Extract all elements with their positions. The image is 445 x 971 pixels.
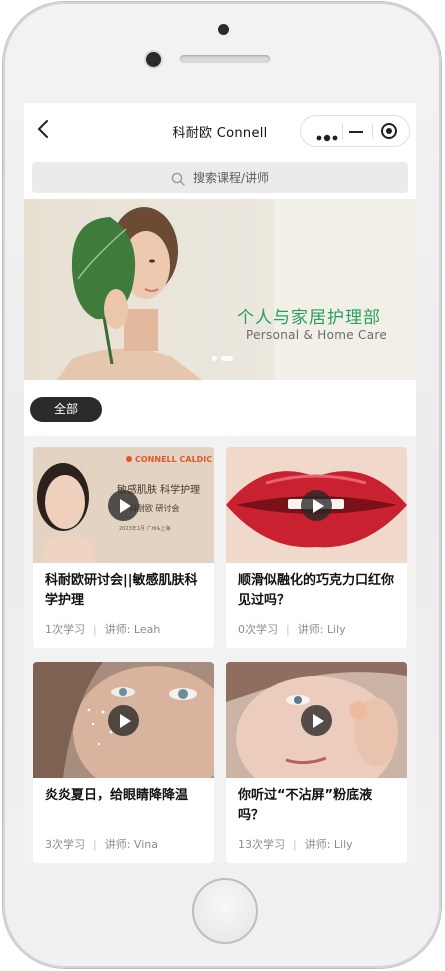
nav-bar: 科耐欧 Connell xyxy=(24,103,416,155)
teacher-name: 讲师: Leah xyxy=(104,623,161,636)
teacher-name: 讲师: Lily xyxy=(297,623,346,636)
proximity-sensor xyxy=(218,24,229,35)
course-card[interactable]: 顺滑似融化的巧克力口红你见过吗？ 0次学习 | 讲师: Lily xyxy=(226,447,407,648)
learn-count: 1次学习 xyxy=(45,623,85,636)
home-button[interactable] xyxy=(192,878,258,944)
earpiece-speaker xyxy=(180,55,270,63)
course-meta: 0次学习 | 讲师: Lily xyxy=(238,621,346,637)
banner-subtitle: Personal & Home Care xyxy=(246,328,388,342)
play-icon[interactable] xyxy=(301,490,332,521)
category-filter: 全部 xyxy=(24,380,416,436)
thumb-brand: CONNELL CALDIC xyxy=(135,455,213,464)
teacher-name: 讲师: Vina xyxy=(104,838,158,851)
capsule-divider xyxy=(342,124,343,139)
course-thumbnail: CONNELL CALDIC 敏感肌肤 科学护理 科耐欧 研讨会 2023年1月… xyxy=(33,447,214,563)
search-placeholder: 搜索课程/讲师 xyxy=(192,171,270,185)
learn-count: 3次学习 xyxy=(45,838,85,851)
thumb-line3: 2023年1月 广州&上海 xyxy=(119,526,171,532)
miniprogram-capsule xyxy=(300,115,410,147)
course-thumbnail xyxy=(33,662,214,778)
learn-count: 0次学习 xyxy=(238,623,278,636)
play-icon[interactable] xyxy=(108,490,139,521)
close-circle-icon[interactable] xyxy=(381,123,397,139)
course-title[interactable]: 顺滑似融化的巧克力口红你见过吗？ xyxy=(238,571,398,611)
minimize-icon[interactable] xyxy=(349,131,363,133)
promo-banner[interactable]: 个人与家居护理部 Personal & Home Care xyxy=(24,199,416,380)
course-card[interactable]: CONNELL CALDIC 敏感肌肤 科学护理 科耐欧 研讨会 2023年1月… xyxy=(33,447,214,648)
course-card[interactable]: 你听过“不沾屏”粉底液吗？ 13次学习 | 讲师: Lily xyxy=(226,662,407,863)
banner-pagination xyxy=(212,356,233,361)
play-icon[interactable] xyxy=(108,705,139,736)
more-dots-icon[interactable] xyxy=(315,127,339,142)
course-meta: 3次学习 | 讲师: Vina xyxy=(45,836,158,852)
play-icon[interactable] xyxy=(301,705,332,736)
course-thumbnail xyxy=(226,447,407,563)
course-card[interactable]: 炎炎夏日，给眼睛降降温 3次学习 | 讲师: Vina xyxy=(33,662,214,863)
banner-background-panel xyxy=(274,199,416,380)
meta-separator: | xyxy=(293,838,297,851)
course-title[interactable]: 你听过“不沾屏”粉底液吗？ xyxy=(238,786,398,826)
filter-chip-all[interactable]: 全部 xyxy=(30,397,102,422)
meta-separator: | xyxy=(286,623,290,636)
search-bar: 搜索课程/讲师 xyxy=(24,155,416,199)
banner-model-image xyxy=(57,207,202,380)
course-meta: 13次学习 | 讲师: Lily xyxy=(238,836,353,852)
banner-dot-active[interactable] xyxy=(221,356,233,361)
learn-count: 13次学习 xyxy=(238,838,285,851)
banner-title: 个人与家居护理部 xyxy=(237,308,381,328)
course-thumbnail xyxy=(226,662,407,778)
course-title[interactable]: 炎炎夏日，给眼睛降降温 xyxy=(45,786,205,806)
front-camera xyxy=(146,52,161,67)
search-icon xyxy=(171,171,185,186)
meta-separator: | xyxy=(93,838,97,851)
capsule-divider xyxy=(372,124,373,139)
banner-dot[interactable] xyxy=(212,356,217,361)
app-screen: 科耐欧 Connell 搜索课程/讲师 个人与家居护理部 Personal & … xyxy=(24,103,416,863)
teacher-name: 讲师: Lily xyxy=(304,838,353,851)
course-meta: 1次学习 | 讲师: Leah xyxy=(45,621,160,637)
search-input[interactable]: 搜索课程/讲师 xyxy=(32,162,408,193)
course-title[interactable]: 科耐欧研讨会||敏感肌肤科学护理 xyxy=(45,571,205,611)
meta-separator: | xyxy=(93,623,97,636)
